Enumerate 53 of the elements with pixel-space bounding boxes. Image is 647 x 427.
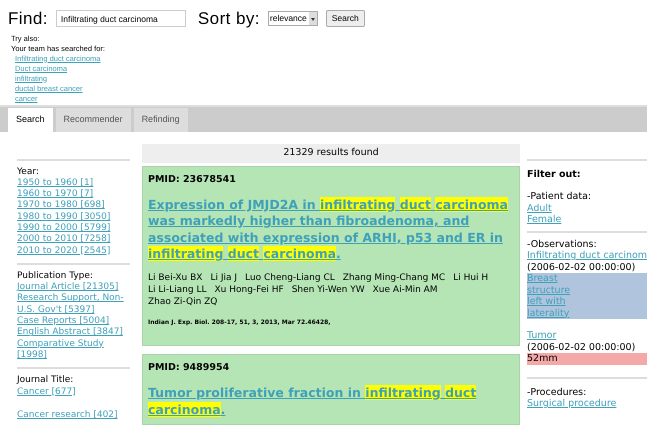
- observation-date: (2006-02-02 00:00:00): [527, 262, 636, 273]
- author-name: Xue Ai-Min AM: [372, 284, 438, 296]
- facet-title: Year:: [17, 166, 40, 178]
- facet-title: Publication Type:: [17, 270, 94, 282]
- observation-link[interactable]: Infiltrating duct carcinom: [527, 250, 647, 261]
- facet-link[interactable]: Cancer [677]: [17, 386, 130, 398]
- facet-link[interactable]: 1960 to 1970 [7]: [17, 189, 130, 200]
- author-name: Li Li-Liang LL: [148, 284, 206, 296]
- filter-title: Filter out:: [527, 168, 582, 180]
- patient-filter-link[interactable]: Female: [527, 214, 562, 225]
- search-field[interactable]: Infiltrating duct carcinoma: [56, 10, 186, 28]
- observation-date: (2006-02-02 00:00:00): [527, 342, 636, 353]
- sort-label: Sort by:: [198, 8, 260, 30]
- patient-filter-link[interactable]: Adult: [527, 202, 552, 214]
- facet-link[interactable]: 1980 to 1990 [3050]: [17, 212, 130, 223]
- procedure-link[interactable]: Surgical procedure: [527, 398, 616, 409]
- author-name: Xu Hong-Fei HF: [214, 284, 284, 296]
- facet-link[interactable]: 2010 to 2020 [2545]: [17, 246, 130, 257]
- observation-value: 52mm: [527, 353, 647, 364]
- facet-link[interactable]: Journal Article [21305]: [17, 282, 130, 294]
- facet-link[interactable]: Comparative Study [1998]: [17, 338, 130, 362]
- author-name: Li Bei-Xu BX: [148, 272, 202, 284]
- observations-label: -Observations:: [527, 238, 598, 250]
- author-name: Li Hui H: [453, 272, 488, 284]
- search-button[interactable]: Search: [326, 10, 365, 28]
- results-count-bar: 21329 results found: [142, 144, 520, 162]
- facet-link[interactable]: Cancer research [402]: [17, 410, 130, 422]
- pmid-label: PMID: 9489954: [148, 360, 230, 375]
- pmid-label: PMID: 23678541: [148, 172, 237, 186]
- observation-link[interactable]: Tumor: [527, 330, 556, 341]
- facet-link[interactable]: 2000 to 2010 [7258]: [17, 234, 130, 246]
- article-title-link[interactable]: Tumor proliferative fraction in infiltrating duct carcinoma.: [148, 385, 514, 418]
- facet-link[interactable]: 1970 to 1980 [698]: [17, 200, 130, 212]
- procedures-label: -Procedures:: [527, 386, 588, 398]
- patient-data-label: -Patient data:: [527, 191, 592, 202]
- author-name: Zhao Zi-Qin ZQ: [148, 296, 218, 308]
- tab[interactable]: Refinding: [134, 108, 188, 132]
- sort-dropdown[interactable]: relevance: [268, 11, 318, 26]
- facet-link[interactable]: Research Support, Non-U.S. Gov't [5397]: [17, 293, 130, 316]
- author-name: Li Jia J: [210, 272, 238, 284]
- article-title-link[interactable]: Expression of JMJD2A in infiltrating duct carcinoma was markedly higher than fibroadenoma, and associated with expression of ARHI, p53 and ER in infiltrating duct carcinoma.: [148, 196, 514, 263]
- facet-link[interactable]: 1950 to 1960 [1]: [17, 178, 130, 190]
- facet-link[interactable]: 1990 to 2000 [5799]: [17, 222, 130, 234]
- author-name: Luo Cheng-Liang CL: [245, 272, 335, 284]
- facet-link[interactable]: English Abstract [3847]: [17, 327, 130, 339]
- tab[interactable]: Recommender: [56, 108, 131, 132]
- author-name: Shen Yi-Wen YW: [292, 284, 365, 296]
- facet-link[interactable]: Case Reports [5004]: [17, 316, 130, 328]
- facet-title: Journal Title:: [17, 375, 74, 387]
- author-name: Zhang Ming-Chang MC: [342, 272, 446, 284]
- tab[interactable]: Search: [8, 108, 53, 132]
- observation-value[interactable]: Breast structure left with laterality: [527, 273, 647, 319]
- find-label: Find:: [8, 8, 48, 30]
